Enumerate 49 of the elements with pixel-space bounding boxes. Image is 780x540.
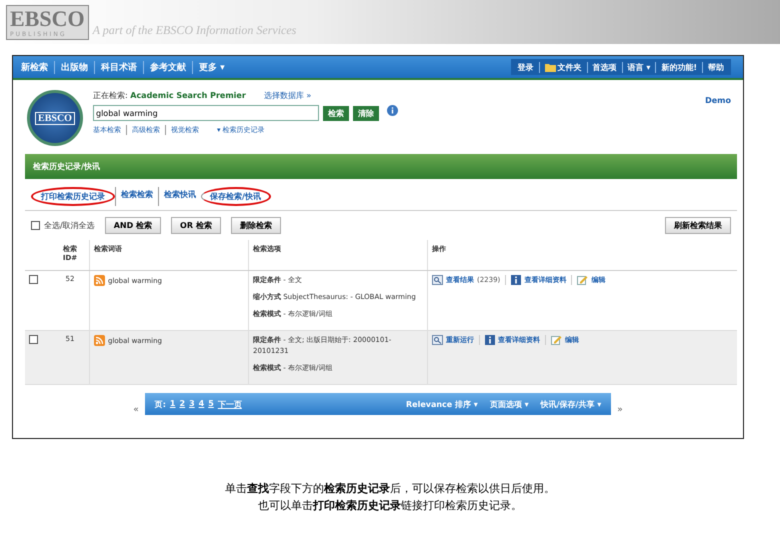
ebsco-logo: EBSCO [27, 90, 83, 146]
search-button[interactable]: 清除 [353, 106, 379, 120]
refresh-button[interactable]: 刷新检索结果 [665, 217, 731, 234]
nav-link[interactable]: 科目术语 [94, 60, 143, 74]
toolbar-link[interactable]: 新的功能! [655, 62, 702, 72]
edit-icon [577, 275, 588, 285]
nav-link[interactable]: 新检索 [15, 60, 54, 74]
scroll-left-arrow[interactable]: « [13, 405, 145, 415]
nav-link[interactable]: 出版物 [54, 60, 94, 74]
history-link[interactable]: 保存检索/快讯 [201, 187, 271, 206]
toolbar-link[interactable]: 登录 [512, 62, 539, 72]
magnifier-icon [432, 275, 443, 285]
scroll-right-arrow[interactable]: » [611, 405, 743, 415]
history-link[interactable]: 检索快讯 [158, 187, 201, 206]
results-menu[interactable]: 快讯/保存/共享 ▾ [540, 398, 602, 410]
toolbar-link[interactable]: 语言 ▾ [622, 62, 656, 72]
choose-database-link[interactable]: 选择数据库 » [264, 90, 312, 101]
panel-header: 检索历史记录/快讯 [25, 154, 737, 179]
history-link[interactable]: 检索检索 [115, 187, 158, 206]
folder-icon [544, 62, 556, 72]
info-icon [485, 335, 495, 345]
magnifier-icon [432, 335, 443, 345]
history-button[interactable]: OR 检索 [171, 217, 221, 234]
help-icon[interactable] [387, 105, 398, 116]
history-button[interactable]: AND 检索 [104, 217, 162, 234]
history-button[interactable]: 删除检索 [230, 217, 281, 234]
caption-text: 也可以单击打印检索历史记录链接打印检索历史记录。 [257, 498, 523, 513]
caption-text: 单击查找字段下方的检索历史记录后，可以保存检索以供日后使用。 [224, 481, 556, 496]
page-link[interactable]: 1 [170, 398, 176, 410]
checkbox[interactable] [29, 335, 38, 344]
toolbar-link[interactable]: 帮助 [702, 62, 729, 72]
page-link[interactable]: 2 [180, 398, 186, 410]
search-field[interactable]: global warming [93, 105, 319, 121]
history-link[interactable]: 打印检索历史记录 [31, 187, 115, 206]
nav-link[interactable]: 更多 ▾ [192, 60, 231, 74]
results-menu[interactable]: 页面选项 ▾ [490, 398, 529, 410]
results-menu[interactable]: Relevance 排序 ▾ [406, 398, 478, 410]
database-label: 正在检索: Academic Search Premier [93, 90, 246, 101]
info-icon [511, 275, 522, 285]
select-all-label: 全选/取消全选 [44, 220, 95, 231]
search-button[interactable]: 检索 [323, 106, 349, 120]
nav-link[interactable]: 参考文献 [143, 60, 192, 74]
checkbox[interactable] [29, 275, 38, 284]
edit-icon [551, 335, 562, 345]
folder-link[interactable]: 文件夹 [538, 62, 587, 72]
toolbar-link[interactable]: 首选项 [586, 62, 622, 72]
page-label: 页: [154, 398, 166, 410]
checkbox[interactable] [31, 221, 40, 230]
user-link[interactable]: Demo [705, 96, 731, 105]
